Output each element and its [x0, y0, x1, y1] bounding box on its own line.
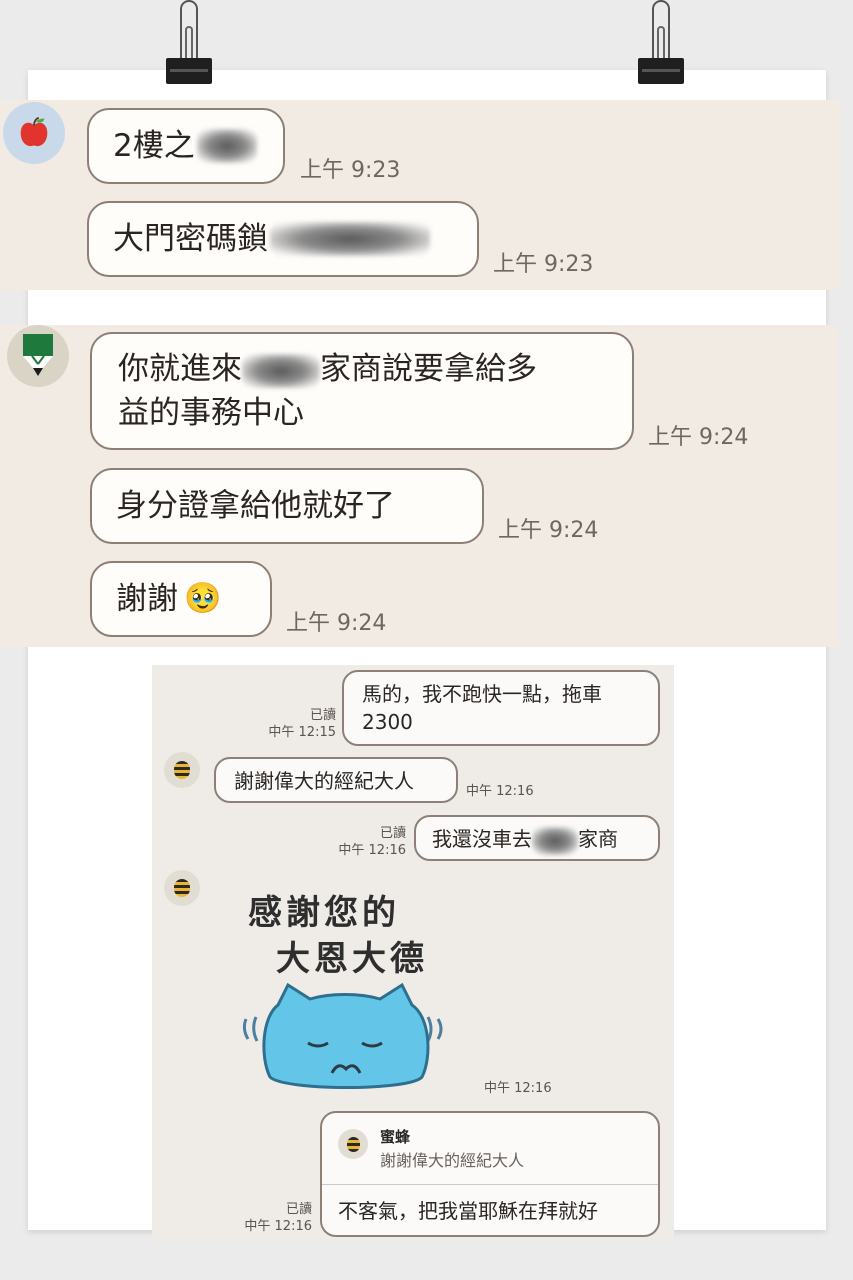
message-bubble[interactable]: 大門密碼鎖: [87, 201, 479, 277]
bee-avatar: [338, 1129, 368, 1159]
bee-avatar[interactable]: [164, 870, 200, 906]
message-text: 不客氣，把我當耶穌在拜就好: [338, 1199, 598, 1223]
pencil-avatar[interactable]: [7, 325, 69, 387]
message-text: 馬的，我不跑快一點，拖車: [362, 682, 602, 706]
quoted-message[interactable]: 蜜蜂 謝謝偉大的經紀大人: [322, 1113, 658, 1185]
pencil-icon: [23, 334, 53, 376]
quoted-name: 蜜蜂: [380, 1128, 411, 1146]
bee-avatar[interactable]: [164, 752, 200, 788]
message-time: 中午 12:15: [268, 725, 336, 740]
chat-panel-2: 你就進來 家商說要拿給多 益的事務中心 上午 9:24 身分證拿給他就好了 上午 …: [0, 325, 838, 647]
redacted-blur: [242, 353, 320, 388]
sticker[interactable]: 感謝您的 大恩大德: [232, 885, 462, 1095]
binder-clip-icon: [166, 0, 212, 84]
message-time: 中午 12:16: [484, 1081, 552, 1096]
message-bubble[interactable]: 身分證拿給他就好了: [90, 468, 484, 544]
chat-screenshot-2: 已讀 中午 12:15 馬的，我不跑快一點，拖車 2300 謝謝偉大的經紀大人 …: [152, 665, 674, 1240]
read-receipt: 已讀: [379, 826, 406, 841]
sticker-text: 感謝您的: [248, 893, 400, 933]
message-bubble[interactable]: 我還沒車去 家商: [414, 815, 660, 861]
message-bubble[interactable]: 你就進來 家商說要拿給多 益的事務中心: [90, 332, 634, 450]
message-text: 我還沒車去: [432, 827, 532, 851]
pleading-face-emoji: 🥹: [184, 581, 222, 616]
redacted-blur: [270, 222, 430, 256]
message-text: 2樓之: [113, 128, 195, 164]
apple-avatar[interactable]: [3, 102, 65, 164]
message-text: 身分證拿給他就好了: [116, 488, 395, 524]
reply-bubble[interactable]: 蜜蜂 謝謝偉大的經紀大人 不客氣，把我當耶穌在拜就好: [320, 1111, 660, 1237]
bee-icon: [346, 1136, 360, 1152]
read-receipt: 已讀: [285, 1202, 312, 1217]
message-text: 家商: [578, 827, 618, 851]
message-time: 中午 12:16: [338, 843, 406, 858]
message-time: 上午 9:23: [493, 252, 594, 277]
sticker-text: 大恩大德: [276, 939, 428, 979]
message-text: 益的事務中心: [118, 395, 304, 431]
blue-cat-sticker-icon: [242, 982, 443, 1089]
message-time: 上午 9:24: [286, 611, 387, 636]
message-time: 上午 9:24: [498, 518, 599, 543]
bee-icon: [174, 761, 190, 779]
message-bubble[interactable]: 馬的，我不跑快一點，拖車 2300: [342, 670, 660, 746]
message-time: 中午 12:16: [244, 1219, 312, 1234]
binder-clip-icon: [638, 0, 684, 84]
message-meta: 已讀 中午 12:15: [252, 707, 336, 741]
bee-icon: [174, 879, 190, 897]
message-bubble[interactable]: 2樓之: [87, 108, 285, 184]
message-time: 上午 9:23: [300, 158, 401, 183]
quoted-text: 謝謝偉大的經紀大人: [380, 1151, 525, 1170]
message-meta: 已讀 中午 12:16: [322, 825, 406, 859]
redacted-blur: [196, 129, 257, 163]
redacted-blur: [532, 826, 578, 855]
read-receipt: 已讀: [309, 708, 336, 723]
message-time: 上午 9:24: [648, 425, 749, 450]
message-text: 你就進來: [118, 351, 242, 387]
message-text: 謝謝偉大的經紀大人: [234, 769, 414, 793]
message-text: 2300: [362, 710, 413, 734]
message-text: 家商說要拿給多: [320, 351, 537, 387]
message-bubble[interactable]: 謝謝偉大的經紀大人: [214, 757, 458, 803]
message-text: 大門密碼鎖: [113, 221, 268, 257]
message-text: 謝謝: [116, 581, 178, 617]
chat-panel-1: 2樓之 上午 9:23 大門密碼鎖 上午 9:23: [0, 100, 840, 290]
apple-icon: [20, 116, 48, 147]
message-meta: 已讀 中午 12:16: [228, 1201, 312, 1235]
message-time: 中午 12:16: [466, 784, 534, 799]
message-bubble[interactable]: 謝謝 🥹: [90, 561, 272, 637]
